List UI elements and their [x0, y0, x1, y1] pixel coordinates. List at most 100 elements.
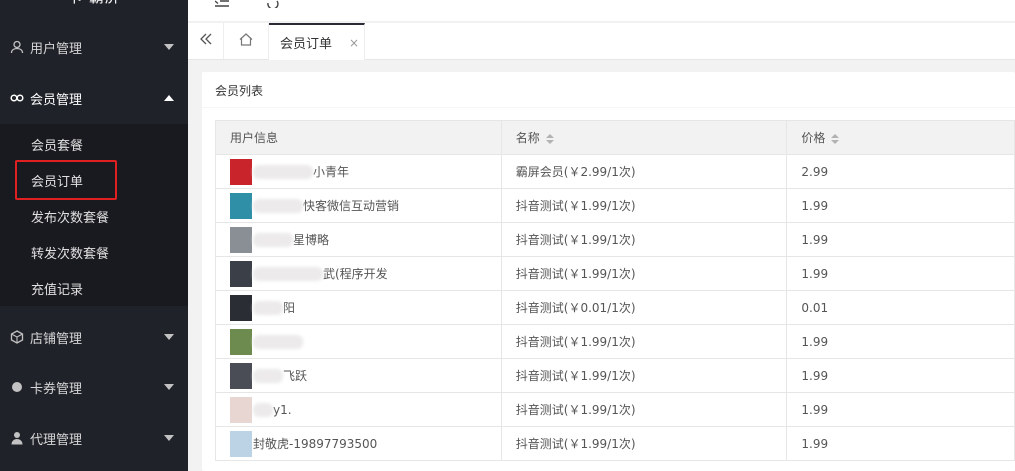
tabs-bar: 会员订单 ×	[188, 23, 1015, 60]
circle-icon	[0, 380, 30, 394]
table-row: 武(程序开发 抖音测试(￥1.99/1次) 1.99	[215, 256, 1015, 291]
chevron-down-icon	[164, 334, 174, 340]
top-header	[188, 0, 1015, 22]
table-row: 星博略 抖音测试(￥1.99/1次) 1.99	[215, 222, 1015, 257]
redacted-text	[253, 368, 283, 383]
avatar	[230, 328, 252, 355]
nav-store-management[interactable]: 店铺管理	[0, 312, 188, 362]
cell-name: 抖音测试(￥1.99/1次)	[500, 256, 788, 291]
redacted-text	[253, 402, 273, 417]
user-icon	[0, 40, 30, 54]
user-name: 快客微信互动营销	[303, 199, 400, 213]
box-icon	[0, 330, 30, 344]
home-icon	[239, 32, 253, 50]
cell-price: 1.99	[786, 392, 1015, 427]
cell-user-info: y1.	[215, 392, 502, 427]
avatar	[230, 430, 252, 457]
close-icon[interactable]: ×	[349, 36, 359, 50]
table-header-row: 用户信息 名称 价格	[215, 120, 1015, 155]
tab-home[interactable]	[224, 23, 269, 59]
cell-price: 0.01	[786, 290, 1015, 325]
card-title: 会员列表	[215, 84, 264, 98]
submenu-forward-packages[interactable]: 转发次数套餐	[0, 234, 188, 270]
cell-user-info: 星博略	[215, 222, 502, 257]
redacted-text	[253, 164, 313, 179]
cell-user-info: 小青年	[215, 154, 502, 189]
submenu-member-orders[interactable]: 会员订单	[0, 162, 188, 198]
tab-member-orders-label: 会员订单	[280, 37, 333, 52]
sort-icon[interactable]	[831, 133, 840, 144]
submenu-recharge-records[interactable]: 充值记录	[0, 270, 188, 306]
nav-agent-management-label: 代理管理	[30, 432, 83, 448]
cell-name: 抖音测试(￥1.99/1次)	[500, 426, 788, 461]
table-row: 小青年 霸屏会员(￥2.99/1次) 2.99	[215, 154, 1015, 189]
user-name: 飞跃	[283, 369, 308, 383]
nav-user-management[interactable]: 用户管理	[0, 22, 188, 72]
nav-coupon-management[interactable]: 卡券管理	[0, 362, 188, 412]
redacted-text	[253, 334, 303, 349]
cell-user-info: 快客微信互动营销	[215, 188, 502, 223]
user-name: 武(程序开发	[323, 267, 388, 281]
user-name: 小青年	[313, 165, 350, 179]
user-name: y1.	[273, 402, 292, 417]
chevron-down-icon	[164, 435, 174, 441]
refresh-icon[interactable]	[266, 0, 280, 12]
cell-price: 1.99	[786, 426, 1015, 461]
cell-name: 霸屏会员(￥2.99/1次)	[500, 154, 788, 189]
cell-user-info: 封敬虎-19897793500	[215, 426, 502, 461]
redacted-text	[253, 232, 293, 247]
cell-name: 抖音测试(￥1.99/1次)	[500, 358, 788, 393]
submenu-publish-packages[interactable]: 发布次数套餐	[0, 198, 188, 234]
menu-fold-icon[interactable]	[214, 0, 229, 12]
member-submenu: 会员套餐 会员订单 发布次数套餐 转发次数套餐 充值记录	[0, 124, 188, 306]
nav-store-management-label: 店铺管理	[30, 331, 83, 347]
table-row: 快客微信互动营销 抖音测试(￥1.99/1次) 1.99	[215, 188, 1015, 223]
cell-price: 1.99	[786, 358, 1015, 393]
table-row: y1. 抖音测试(￥1.99/1次) 1.99	[215, 392, 1015, 427]
cell-user-info	[215, 324, 502, 359]
app-logo: 卡 霸屏	[0, 0, 188, 12]
tab-member-orders[interactable]: 会员订单 ×	[269, 23, 365, 60]
double-chevron-left-icon	[199, 33, 212, 49]
nav-member-management[interactable]: 会员管理	[0, 73, 188, 123]
submenu-member-packages[interactable]: 会员套餐	[0, 126, 188, 162]
tabs-scroll-left-button[interactable]	[188, 23, 224, 59]
card-divider	[202, 107, 1015, 108]
header-user-info: 用户信息	[215, 120, 502, 155]
avatar	[230, 158, 252, 185]
header-price[interactable]: 价格	[786, 120, 1015, 155]
redacted-text	[253, 300, 283, 315]
cell-name: 抖音测试(￥1.99/1次)	[500, 392, 788, 427]
avatar	[230, 192, 252, 219]
table-row: 抖音测试(￥1.99/1次) 1.99	[215, 324, 1015, 359]
avatar	[230, 226, 252, 253]
cell-name: 抖音测试(￥0.01/1次)	[500, 290, 788, 325]
avatar	[230, 294, 252, 321]
chevron-up-icon	[164, 95, 174, 101]
cell-user-info: 飞跃	[215, 358, 502, 393]
table-row: 阳 抖音测试(￥0.01/1次) 0.01	[215, 290, 1015, 325]
person-icon	[0, 431, 30, 445]
nav-agent-management[interactable]: 代理管理	[0, 413, 188, 463]
sort-icon[interactable]	[545, 133, 554, 144]
cell-name: 抖音测试(￥1.99/1次)	[500, 188, 788, 223]
member-orders-table: 用户信息 名称 价格 小青年 霸屏会员(￥2.99/1次) 2.99 快客微信互动营销…	[215, 120, 1015, 461]
header-name[interactable]: 名称	[500, 120, 788, 155]
chevron-down-icon	[164, 384, 174, 390]
cell-user-info: 阳	[215, 290, 502, 325]
user-name: 封敬虎-19897793500	[253, 437, 378, 451]
nav-user-management-label: 用户管理	[30, 41, 83, 57]
cell-price: 1.99	[786, 222, 1015, 257]
cell-price: 1.99	[786, 324, 1015, 359]
sidebar: 卡 霸屏 用户管理 会员管理 会员套餐 会员订单 发布次数套餐 转发次数套餐 充…	[0, 0, 188, 471]
user-name: 阳	[283, 301, 296, 315]
table-row: 封敬虎-19897793500 抖音测试(￥1.99/1次) 1.99	[215, 426, 1015, 461]
nav-coupon-management-label: 卡券管理	[30, 381, 83, 397]
user-name: 星博略	[293, 233, 330, 247]
cell-name: 抖音测试(￥1.99/1次)	[500, 324, 788, 359]
cell-price: 2.99	[786, 154, 1015, 189]
avatar	[230, 362, 252, 389]
cell-price: 1.99	[786, 188, 1015, 223]
avatar	[230, 260, 252, 287]
cell-price: 1.99	[786, 256, 1015, 291]
